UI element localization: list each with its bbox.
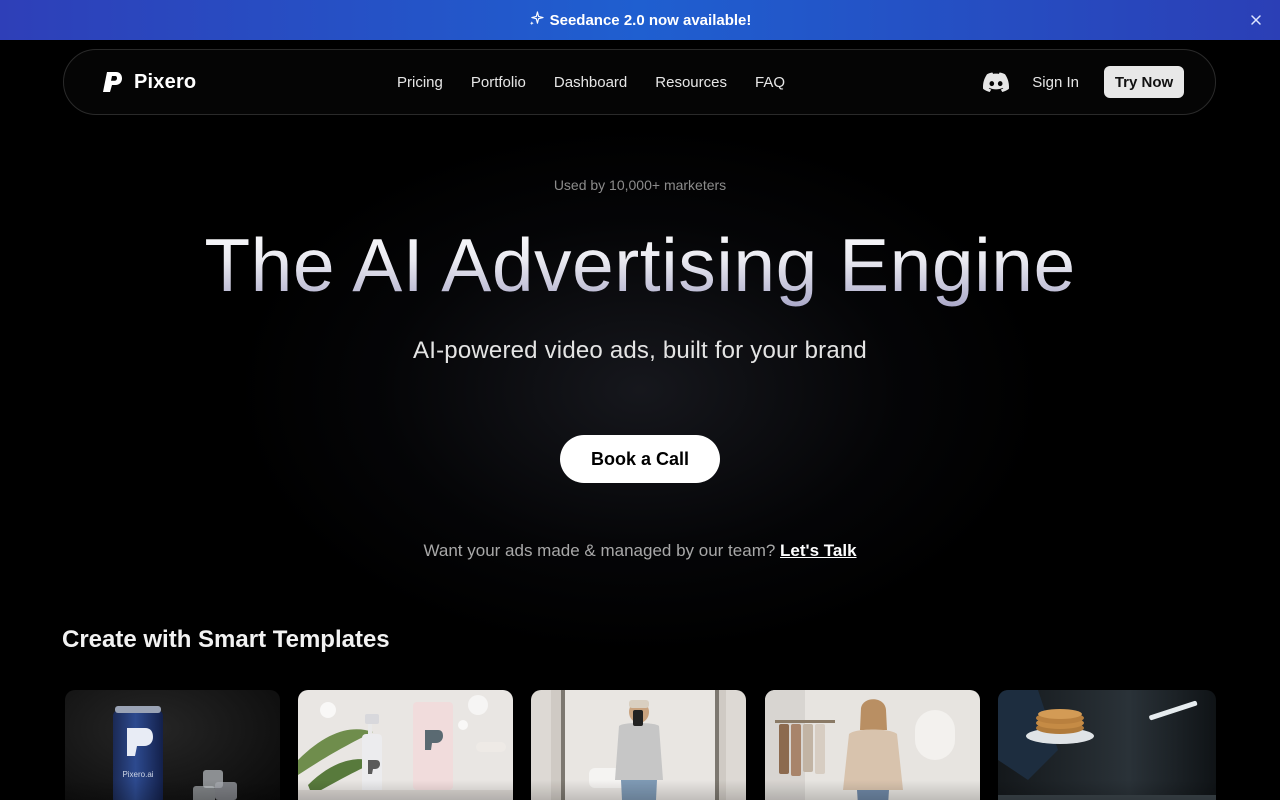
book-a-call-button[interactable]: Book a Call [560,435,720,483]
brand-name: Pixero [134,70,197,93]
templates-title: Create with Smart Templates [62,626,390,653]
hero-subhead: AI-powered video ads, built for your bra… [413,337,867,364]
nav-link-portfolio[interactable]: Portfolio [471,74,526,91]
card-shade [298,780,513,800]
hero-eyebrow: Used by 10,000+ marketers [553,177,727,193]
nav-link-resources[interactable]: Resources [655,74,727,91]
template-card-mirror-selfie[interactable] [531,690,746,800]
main-nav: Pixero Pricing Portfolio Dashboard Resou… [63,49,1216,115]
sign-in-link[interactable]: Sign In [1032,74,1079,91]
card-shade [765,780,980,800]
template-card-soda[interactable]: Pixero.ai [65,690,280,800]
card-shade [65,780,280,800]
try-now-button[interactable]: Try Now [1104,66,1184,98]
brand-home-link[interactable]: Pixero [100,70,196,94]
hero-headline: The AI Advertising Engine [0,222,1280,308]
talk-prefix: Want your ads made & managed by our team… [423,541,776,560]
nav-link-dashboard[interactable]: Dashboard [554,74,627,91]
announcement-bar: Seedance 2.0 now available! [0,0,1280,40]
announcement-text: Seedance 2.0 now available! [549,11,752,29]
card-shade [531,780,746,800]
lets-talk-link[interactable]: Let's Talk [780,541,856,560]
template-card-pancakes[interactable] [998,690,1216,800]
discord-icon[interactable] [983,72,1010,92]
pixero-logo-icon [100,70,124,94]
nav-link-faq[interactable]: FAQ [755,74,785,91]
hero-glow [240,130,1040,650]
can-label: Pixero.ai [122,770,153,779]
nav-actions: Sign In Try Now [983,50,1184,114]
template-card-skincare[interactable] [298,690,513,800]
nav-link-pricing[interactable]: Pricing [397,74,443,91]
close-icon[interactable] [1248,12,1264,28]
sparkle-icon [529,10,544,30]
card-shade [998,780,1216,800]
nav-links: Pricing Portfolio Dashboard Resources FA… [397,50,785,114]
template-card-sweater[interactable] [765,690,980,800]
managed-ads-prompt: Want your ads made & managed by our team… [0,541,1280,561]
announcement-link[interactable]: Seedance 2.0 now available! [529,10,752,30]
